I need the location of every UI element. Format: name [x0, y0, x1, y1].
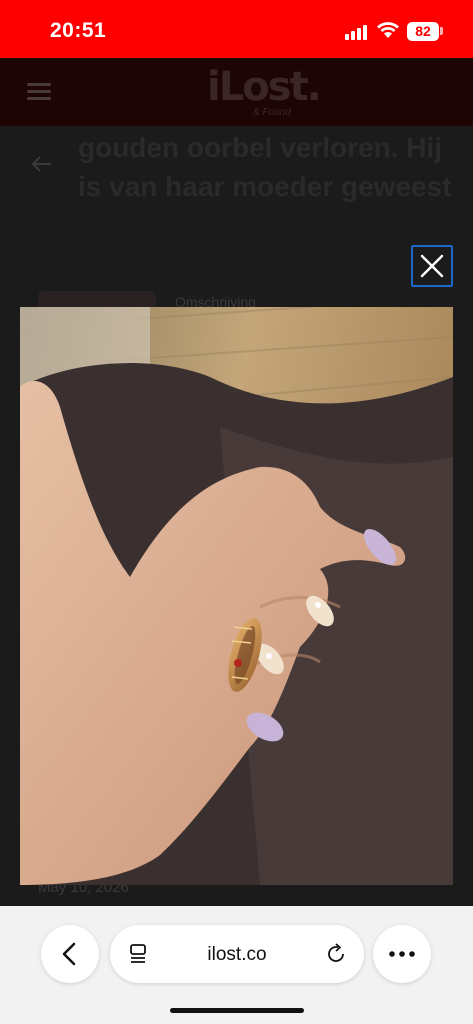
chevron-left-icon: [62, 942, 76, 966]
more-dots-icon: [389, 951, 415, 957]
ring-in-hand-photo: [20, 307, 453, 885]
lightbox-photo[interactable]: [20, 307, 453, 885]
site-header: iLost. & Found: [0, 58, 473, 126]
close-button[interactable]: [411, 245, 453, 287]
status-bar: 20:51 82: [0, 0, 473, 58]
back-arrow-icon[interactable]: [30, 152, 54, 176]
site-logo[interactable]: iLost.: [207, 64, 322, 110]
hamburger-menu-icon[interactable]: [27, 83, 51, 101]
battery-tip: [440, 27, 443, 35]
browser-back-button[interactable]: [41, 925, 99, 983]
reload-icon[interactable]: [325, 942, 349, 966]
status-time: 20:51: [50, 19, 107, 42]
page-title: gouden oorbel verloren. Hij is van haar …: [78, 132, 452, 202]
signal-icon: [345, 24, 371, 40]
battery-icon: 82: [407, 22, 439, 41]
close-icon: [420, 254, 444, 278]
home-indicator: [170, 1008, 304, 1013]
site-logo-sub: & Found: [253, 107, 291, 118]
address-bar[interactable]: ilost.co: [110, 925, 364, 983]
item-thumbnail: [38, 291, 156, 307]
browser-toolbar: ilost.co: [0, 906, 473, 1024]
wifi-icon: [377, 22, 399, 38]
more-options-button[interactable]: [373, 925, 431, 983]
